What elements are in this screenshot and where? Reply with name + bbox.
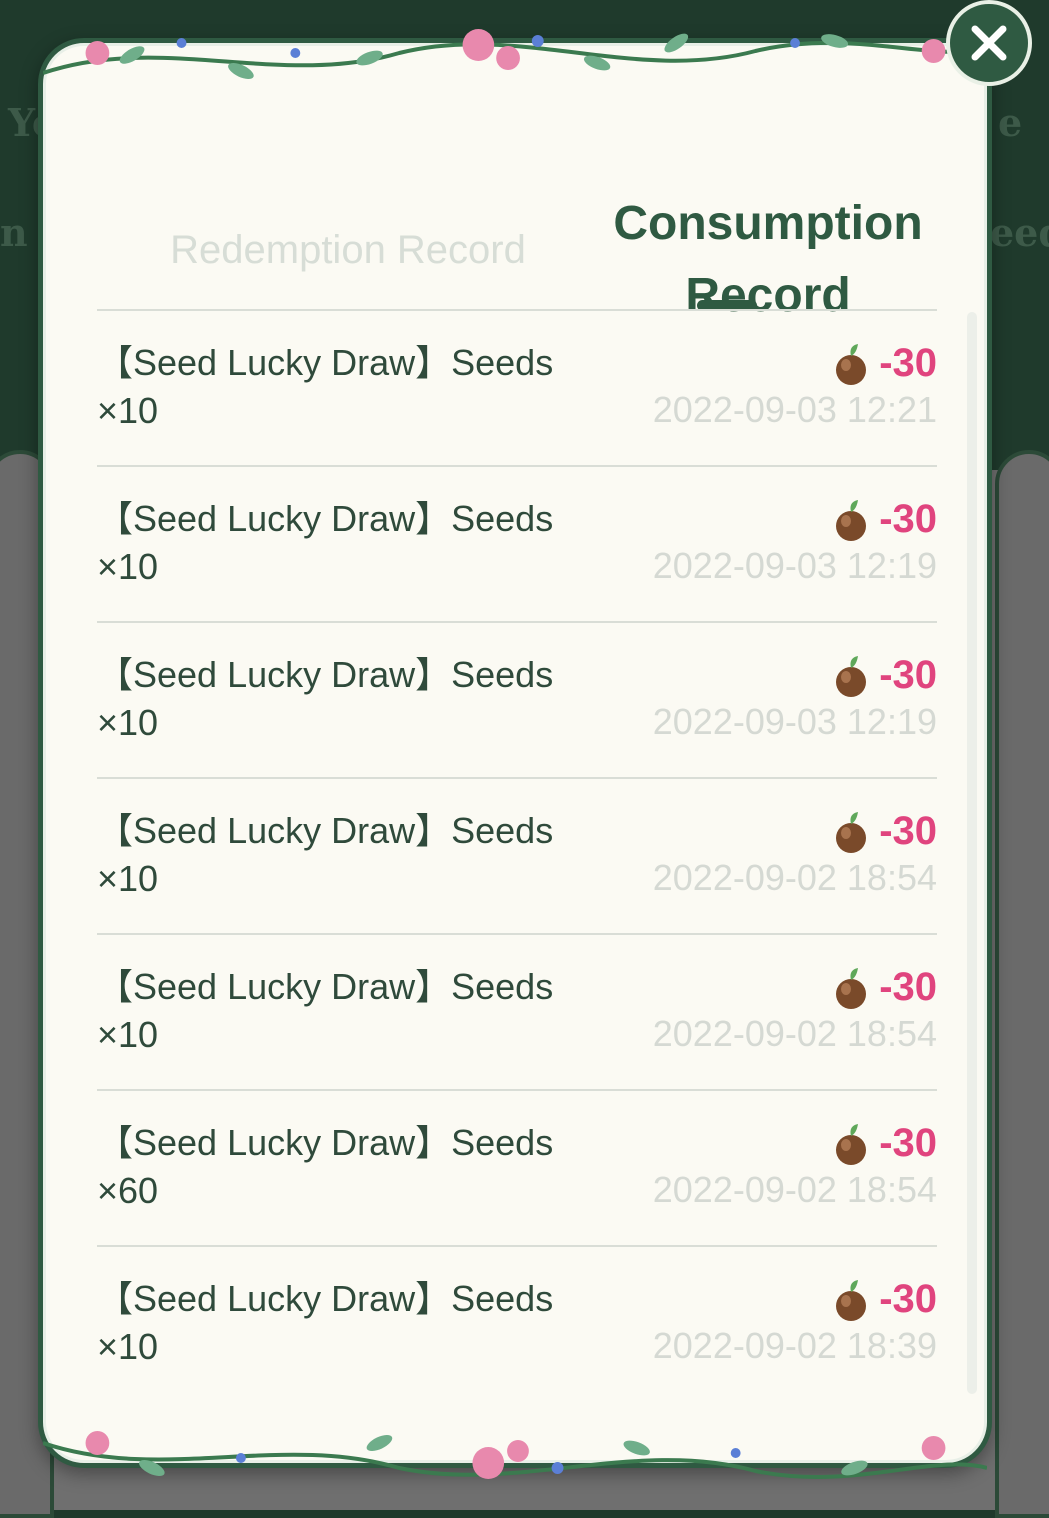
list-item: 【Seed Lucky Draw】Seeds ×60 -30 2022-09-0…	[97, 1091, 937, 1247]
record-amount-value: -30	[879, 809, 937, 853]
record-timestamp: 2022-09-02 18:39	[652, 1325, 937, 1366]
seed-icon	[836, 343, 867, 385]
record-title: 【Seed Lucky Draw】Seeds ×60	[97, 1122, 554, 1211]
record-amount: -30	[831, 809, 937, 854]
tab-redemption-record[interactable]: Redemption Record	[123, 228, 573, 273]
seed-icon	[836, 967, 867, 1009]
record-list: 【Seed Lucky Draw】Seeds ×10 -30 2022-09-0…	[97, 311, 937, 1401]
list-item: 【Seed Lucky Draw】Seeds ×10 -30 2022-09-0…	[97, 935, 937, 1091]
background-text-fragment: eed	[990, 210, 1049, 255]
record-amount: -30	[831, 965, 937, 1010]
seed-icon	[836, 1279, 867, 1321]
list-item: 【Seed Lucky Draw】Seeds ×10 -30 2022-09-0…	[97, 623, 937, 779]
seed-icon	[836, 655, 867, 697]
background-arch-right	[995, 450, 1049, 1518]
record-timestamp: 2022-09-03 12:19	[652, 701, 937, 742]
seed-icon	[836, 811, 867, 853]
record-timestamp: 2022-09-03 12:19	[652, 545, 937, 586]
background-text-fragment: e	[998, 100, 1023, 145]
floral-vine-decoration-top	[43, 29, 987, 80]
record-amount-value: -30	[879, 965, 937, 1009]
record-title: 【Seed Lucky Draw】Seeds ×10	[97, 1278, 554, 1367]
record-amount: -30	[831, 653, 937, 698]
record-amount-value: -30	[879, 497, 937, 541]
list-item: 【Seed Lucky Draw】Seeds ×10 -30 2022-09-0…	[97, 311, 937, 467]
record-amount-value: -30	[879, 341, 937, 385]
record-title: 【Seed Lucky Draw】Seeds ×10	[97, 810, 554, 899]
record-amount: -30	[831, 1121, 937, 1166]
list-scrollbar[interactable]	[967, 312, 977, 1394]
list-item: 【Seed Lucky Draw】Seeds ×10 -30 2022-09-0…	[97, 779, 937, 935]
close-button[interactable]	[946, 0, 1032, 86]
record-timestamp: 2022-09-02 18:54	[652, 1013, 937, 1054]
record-amount-value: -30	[879, 1121, 937, 1165]
list-item: 【Seed Lucky Draw】Seeds ×10 -30 2022-09-0…	[97, 467, 937, 623]
record-title: 【Seed Lucky Draw】Seeds ×10	[97, 342, 554, 431]
record-amount: -30	[831, 1277, 937, 1322]
record-title: 【Seed Lucky Draw】Seeds ×10	[97, 498, 554, 587]
record-amount-value: -30	[879, 653, 937, 697]
record-timestamp: 2022-09-03 12:21	[652, 389, 937, 430]
record-timestamp: 2022-09-02 18:54	[652, 1169, 937, 1210]
seed-icon	[836, 499, 867, 541]
record-amount: -30	[831, 497, 937, 542]
close-icon	[971, 25, 1007, 61]
record-timestamp: 2022-09-02 18:54	[652, 857, 937, 898]
record-amount-value: -30	[879, 1277, 937, 1321]
list-item: 【Seed Lucky Draw】Seeds ×10 -30 2022-09-0…	[97, 1247, 937, 1401]
seed-icon	[836, 1123, 867, 1165]
record-title: 【Seed Lucky Draw】Seeds ×10	[97, 654, 554, 743]
tab-consumption-label-line1: Consumption	[613, 197, 923, 250]
record-title: 【Seed Lucky Draw】Seeds ×10	[97, 966, 554, 1055]
record-amount: -30	[831, 341, 937, 386]
